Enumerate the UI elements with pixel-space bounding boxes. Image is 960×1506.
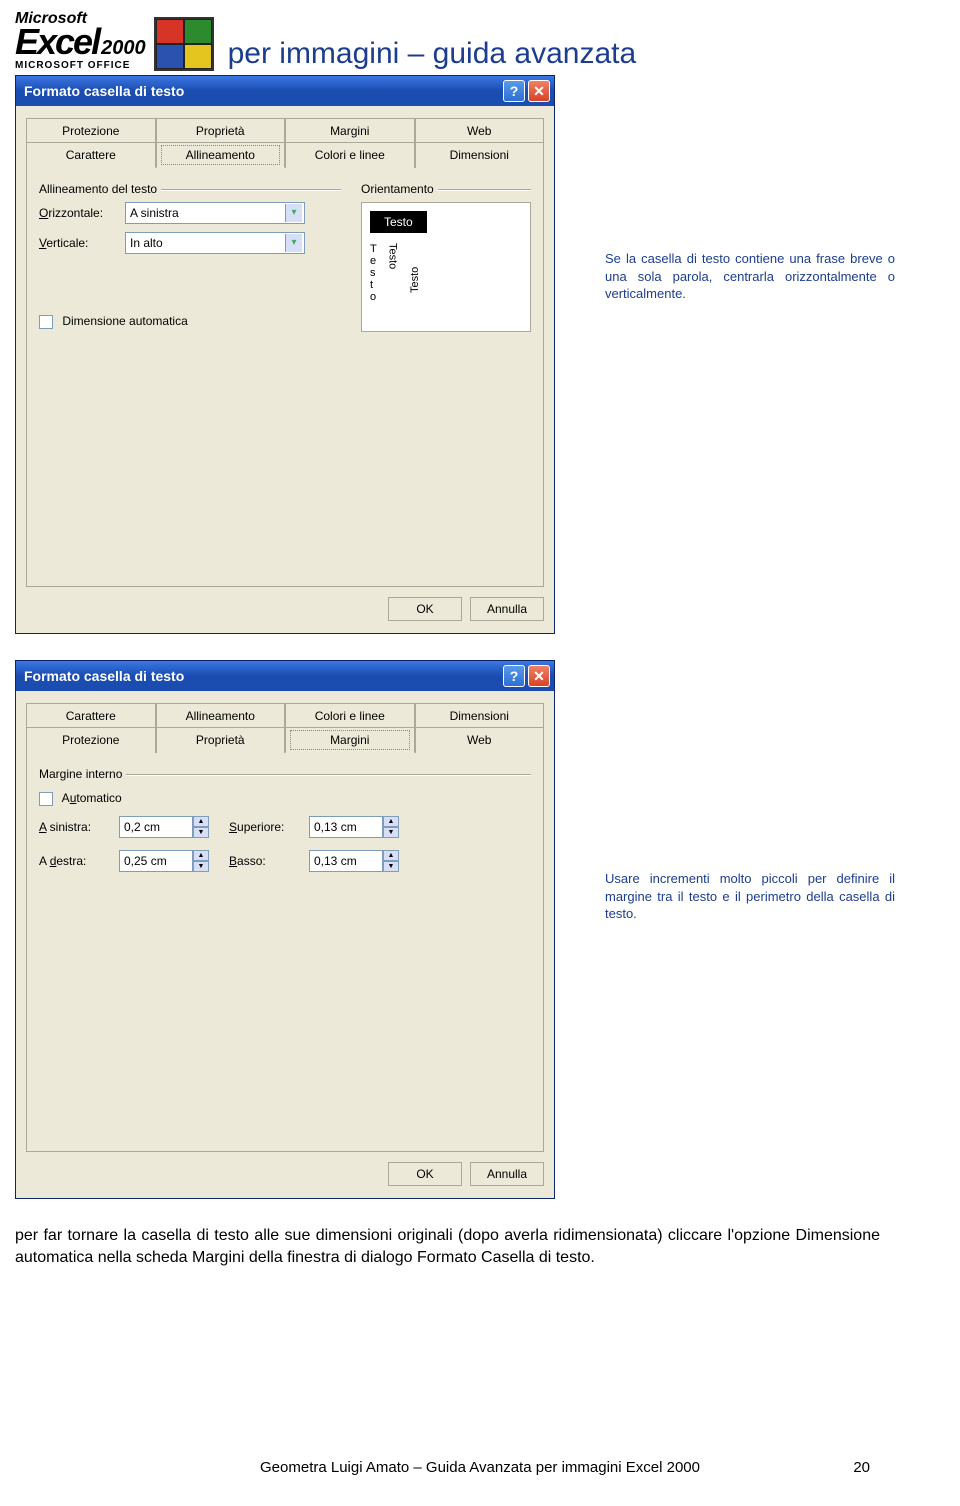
dialog-title: Formato casella di testo <box>24 83 500 99</box>
select-orizzontale[interactable]: A sinistra <box>125 202 305 224</box>
cancel-button[interactable]: Annulla <box>470 1162 544 1186</box>
tab-carattere[interactable]: Carattere <box>26 703 156 728</box>
cancel-button[interactable]: Annulla <box>470 597 544 621</box>
spin-down-icon[interactable]: ▼ <box>383 827 399 838</box>
tab-protezione[interactable]: Protezione <box>26 118 156 143</box>
group-orient-label: Orientamento <box>361 182 531 196</box>
orient-vertical-letters[interactable]: Testo <box>370 243 377 303</box>
tab-row-front: Protezione Proprietà Margini Web <box>26 727 544 753</box>
page-header: Microsoft Excel 2000 MICROSOFT OFFICE pe… <box>15 10 880 71</box>
spin-up-icon[interactable]: ▲ <box>383 816 399 827</box>
ok-button[interactable]: OK <box>388 1162 462 1186</box>
tab-allineamento[interactable]: Allineamento <box>156 142 286 168</box>
tab-web[interactable]: Web <box>415 727 545 753</box>
tab-dimensioni[interactable]: Dimensioni <box>415 142 545 168</box>
dialog-formato-casella-1: Formato casella di testo ? ✕ Protezione … <box>15 75 555 634</box>
select-verticale[interactable]: In alto <box>125 232 305 254</box>
excel-logo: Microsoft Excel 2000 MICROSOFT OFFICE <box>15 10 146 71</box>
spin-down-icon[interactable]: ▼ <box>383 861 399 872</box>
input-basso[interactable] <box>309 850 383 872</box>
tab-dimensioni[interactable]: Dimensioni <box>415 703 545 728</box>
spin-up-icon[interactable]: ▲ <box>193 816 209 827</box>
spinner-basso[interactable]: ▲▼ <box>309 850 419 872</box>
label-dimensione-auto: Dimensione automatica <box>62 314 187 328</box>
tab-margini[interactable]: Margini <box>285 727 415 753</box>
orient-horizontal[interactable]: Testo <box>370 211 427 233</box>
label-superiore: Superiore: <box>229 820 309 834</box>
tab-web[interactable]: Web <box>415 118 545 143</box>
titlebar[interactable]: Formato casella di testo ? ✕ <box>16 76 554 106</box>
orientation-preview[interactable]: Testo Testo Testo Testo <box>361 202 531 332</box>
tab-proprieta[interactable]: Proprietà <box>156 118 286 143</box>
brand-office: MICROSOFT OFFICE <box>15 60 146 71</box>
spinner-superiore[interactable]: ▲▼ <box>309 816 419 838</box>
close-button[interactable]: ✕ <box>528 665 550 687</box>
tab-margini[interactable]: Margini <box>285 118 415 143</box>
checkbox-dimensione-auto[interactable] <box>39 315 53 329</box>
tab-row-front: Carattere Allineamento Colori e linee Di… <box>26 142 544 168</box>
page-title: per immagini – guida avanzata <box>228 37 637 71</box>
tab-protezione[interactable]: Protezione <box>26 727 156 753</box>
spinner-destra[interactable]: ▲▼ <box>119 850 229 872</box>
label-sinistra: A sinistra: <box>39 820 119 834</box>
help-button[interactable]: ? <box>503 665 525 687</box>
ok-button[interactable]: OK <box>388 597 462 621</box>
tab-colori-linee[interactable]: Colori e linee <box>285 703 415 728</box>
checkbox-automatico[interactable] <box>39 792 53 806</box>
label-basso: Basso: <box>229 854 309 868</box>
footer-text: Geometra Luigi Amato – Guida Avanzata pe… <box>260 1459 700 1476</box>
label-automatico: Automatico <box>62 791 122 805</box>
footer-page-number: 20 <box>853 1459 870 1476</box>
tab-row-back: Protezione Proprietà Margini Web <box>26 118 544 143</box>
input-superiore[interactable] <box>309 816 383 838</box>
group-margin-label: Margine interno <box>39 767 531 781</box>
tab-row-back: Carattere Allineamento Colori e linee Di… <box>26 703 544 728</box>
dialog-title: Formato casella di testo <box>24 668 500 684</box>
label-verticale: Verticale: <box>39 236 117 250</box>
side-note-1: Se la casella di testo contiene una fras… <box>605 250 895 303</box>
label-destra: A destra: <box>39 854 119 868</box>
input-destra[interactable] <box>119 850 193 872</box>
spin-up-icon[interactable]: ▲ <box>383 850 399 861</box>
side-note-2: Usare incrementi molto piccoli per defin… <box>605 870 895 923</box>
brand-year: 2000 <box>101 37 146 60</box>
dialog-formato-casella-2: Formato casella di testo ? ✕ Carattere A… <box>15 660 555 1199</box>
tab-proprieta[interactable]: Proprietà <box>156 727 286 753</box>
office-puzzle-icon <box>154 17 214 71</box>
orient-rotated-2[interactable]: Testo <box>409 243 421 293</box>
label-orizzontale: Orizzontale: <box>39 206 117 220</box>
brand-excel: Excel <box>15 28 99 57</box>
help-button[interactable]: ? <box>503 80 525 102</box>
titlebar[interactable]: Formato casella di testo ? ✕ <box>16 661 554 691</box>
tab-allineamento[interactable]: Allineamento <box>156 703 286 728</box>
tab-colori-linee[interactable]: Colori e linee <box>285 142 415 168</box>
input-sinistra[interactable] <box>119 816 193 838</box>
close-button[interactable]: ✕ <box>528 80 550 102</box>
body-paragraph: per far tornare la casella di testo alle… <box>15 1225 880 1268</box>
page-footer: Geometra Luigi Amato – Guida Avanzata pe… <box>0 1459 960 1476</box>
orient-rotated-1[interactable]: Testo <box>387 243 399 293</box>
tab-carattere[interactable]: Carattere <box>26 142 156 168</box>
spin-down-icon[interactable]: ▼ <box>193 861 209 872</box>
group-align-label: Allineamento del testo <box>39 182 341 196</box>
spin-up-icon[interactable]: ▲ <box>193 850 209 861</box>
spin-down-icon[interactable]: ▼ <box>193 827 209 838</box>
spinner-sinistra[interactable]: ▲▼ <box>119 816 229 838</box>
